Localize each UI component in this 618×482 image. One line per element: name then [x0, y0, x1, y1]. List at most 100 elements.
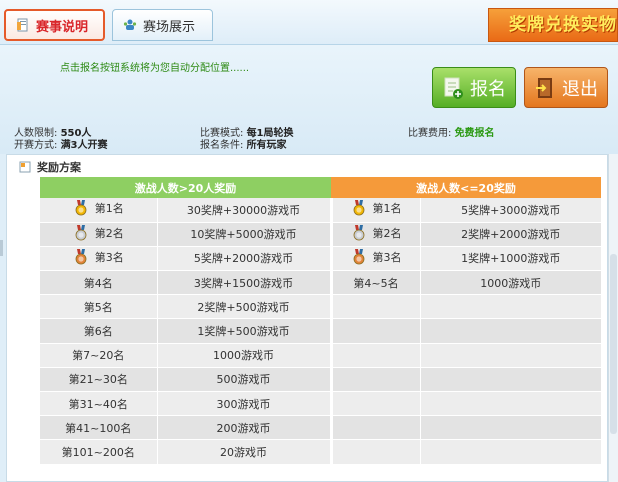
right-header: 激战人数<=20奖励: [331, 177, 601, 198]
table-row: 第31~40名 300游戏币: [40, 391, 601, 417]
rank-cell: 第5名: [40, 294, 158, 320]
prize-cell-small: 1奖牌+1000游戏币: [420, 246, 601, 272]
prize-cell-text: 30奖牌+30000游戏币: [186, 203, 301, 217]
reward-title-text: 奖励方案: [37, 161, 81, 174]
prize-cell-small-text: 2奖牌+2000游戏币: [461, 228, 561, 242]
rank-cell-text: 第3名: [94, 250, 124, 264]
start-mode-field: 开赛方式: 满3人开赛: [14, 136, 108, 151]
signup-notice: 点击报名按钮系统将为您自动分配位置......: [60, 63, 250, 74]
rank-cell: 第4名: [40, 270, 158, 296]
prize-cell-text: 200游戏币: [216, 421, 271, 435]
start-mode-label: 开赛方式:: [14, 140, 58, 151]
medal-exchange-banner[interactable]: 奖牌兑换实物: [488, 8, 618, 42]
rank-cell: 第41~100名: [40, 415, 158, 441]
exit-label: 退出: [562, 78, 598, 100]
tab-bar: 赛事说明 赛场展示 奖牌兑换实物: [0, 0, 618, 44]
signup-label: 报名: [470, 78, 506, 100]
silver-medal-icon: [73, 224, 89, 241]
rank-cell-small-text: 第3名: [372, 250, 402, 264]
rank-cell: 第6名: [40, 318, 158, 344]
prize-cell-small: [420, 294, 601, 320]
rank-cell-small: 第3名: [331, 246, 421, 272]
bronze-medal-icon: [73, 248, 89, 265]
prize-cell-small: 5奖牌+3000游戏币: [420, 198, 601, 223]
prize-cell-small: [420, 439, 601, 465]
start-mode-value: 满3人开赛: [60, 140, 108, 151]
rank-cell-text: 第101~200名: [61, 445, 135, 459]
fee-label: 比赛费用:: [408, 128, 452, 139]
table-row: 第2名 10奖牌+5000游戏币 第2名 2奖牌+2000游戏币: [40, 222, 601, 247]
prize-cell-small-text: 1000游戏币: [480, 276, 542, 290]
prize-cell-text: 300游戏币: [216, 397, 271, 411]
rank-cell-text: 第6名: [83, 325, 113, 339]
signup-condition-value: 所有玩家: [246, 140, 287, 151]
prize-cell-small: [420, 391, 601, 417]
prize-cell-small: [420, 343, 601, 368]
prize-cell-text: 500游戏币: [216, 373, 271, 387]
rank-cell-text: 第31~40名: [68, 397, 128, 411]
rank-cell: 第101~200名: [40, 439, 158, 465]
rank-cell-text: 第41~100名: [65, 421, 132, 435]
rank-cell-text: 第4名: [83, 276, 113, 290]
signup-condition-label: 报名条件:: [200, 140, 244, 151]
prize-cell: 20游戏币: [157, 439, 333, 465]
rank-cell: 第1名: [40, 198, 158, 223]
reward-panel: 奖励方案 激战人数>20人奖励 激战人数<=20奖励 第1名 30奖牌+30000…: [6, 154, 608, 482]
prize-cell: 5奖牌+2000游戏币: [157, 246, 333, 272]
rank-cell-text: 第7~20名: [72, 349, 125, 363]
prize-cell-text: 20游戏币: [220, 445, 267, 459]
table-row: 第3名 5奖牌+2000游戏币 第3名 1奖牌+1000游戏币: [40, 246, 601, 272]
table-row: 第5名 2奖牌+500游戏币: [40, 294, 601, 320]
prize-cell-small: [420, 415, 601, 441]
rank-cell: 第31~40名: [40, 391, 158, 417]
rank-cell-text: 第5名: [83, 300, 113, 314]
prize-cell: 2奖牌+500游戏币: [157, 294, 333, 320]
scrollbar[interactable]: [608, 154, 618, 482]
exit-door-icon: [534, 76, 556, 100]
rank-cell-small: [331, 415, 421, 441]
rank-cell-small: [331, 391, 421, 417]
bronze-medal-icon: [351, 248, 367, 265]
table-row: 第7~20名 1000游戏币: [40, 343, 601, 368]
table-row: 第41~100名 200游戏币: [40, 415, 601, 441]
rank-cell-small: 第2名: [331, 222, 421, 247]
tab-venue-label: 赛场展示: [143, 19, 196, 35]
rank-cell: 第3名: [40, 246, 158, 272]
exit-button[interactable]: 退出: [524, 67, 608, 108]
rank-cell-small: [331, 318, 421, 344]
prize-cell-text: 1000游戏币: [213, 349, 274, 363]
prize-cell-small: [420, 318, 601, 344]
reward-doc-icon: [19, 161, 31, 173]
prize-cell-text: 2奖牌+500游戏币: [197, 300, 290, 314]
rank-cell: 第21~30名: [40, 367, 158, 393]
prize-cell: 30奖牌+30000游戏币: [157, 198, 333, 223]
signup-button[interactable]: 报名: [432, 67, 516, 108]
rank-cell-small: [331, 439, 421, 465]
rank-cell-small: [331, 294, 421, 320]
left-header: 激战人数>20人奖励: [40, 177, 331, 198]
tab-rules[interactable]: 赛事说明: [4, 9, 105, 41]
prize-cell-text: 1奖牌+500游戏币: [197, 325, 290, 339]
rank-cell-text: 第1名: [94, 202, 124, 216]
table-row: 第101~200名 20游戏币: [40, 439, 601, 465]
prize-cell-small: [420, 367, 601, 393]
rank-cell-small: 第4~5名: [331, 270, 421, 296]
prize-cell: 300游戏币: [157, 391, 333, 417]
rank-cell: 第7~20名: [40, 343, 158, 368]
prize-cell-small: 2奖牌+2000游戏币: [420, 222, 601, 247]
prize-cell: 3奖牌+1500游戏币: [157, 270, 333, 296]
rank-cell-small: 第1名: [331, 198, 421, 223]
prize-cell-text: 3奖牌+1500游戏币: [193, 276, 294, 290]
signup-condition-field: 报名条件: 所有玩家: [200, 136, 287, 151]
table-row: 第1名 30奖牌+30000游戏币 第1名 5奖牌+3000游戏币: [40, 198, 601, 223]
scrollbar-thumb[interactable]: [610, 254, 617, 434]
gold-medal-icon: [351, 200, 367, 216]
prize-cell: 1000游戏币: [157, 343, 333, 368]
rank-cell-small: [331, 343, 421, 368]
prize-cell-small-text: 1奖牌+1000游戏币: [461, 252, 561, 266]
prize-cell: 200游戏币: [157, 415, 333, 441]
match-info-area: 点击报名按钮系统将为您自动分配位置...... 报名 退出 人数限制: 550人…: [0, 44, 618, 154]
tab-venue[interactable]: 赛场展示: [112, 9, 213, 41]
prize-cell: 500游戏币: [157, 367, 333, 393]
prize-cell-small: 1000游戏币: [420, 270, 601, 296]
